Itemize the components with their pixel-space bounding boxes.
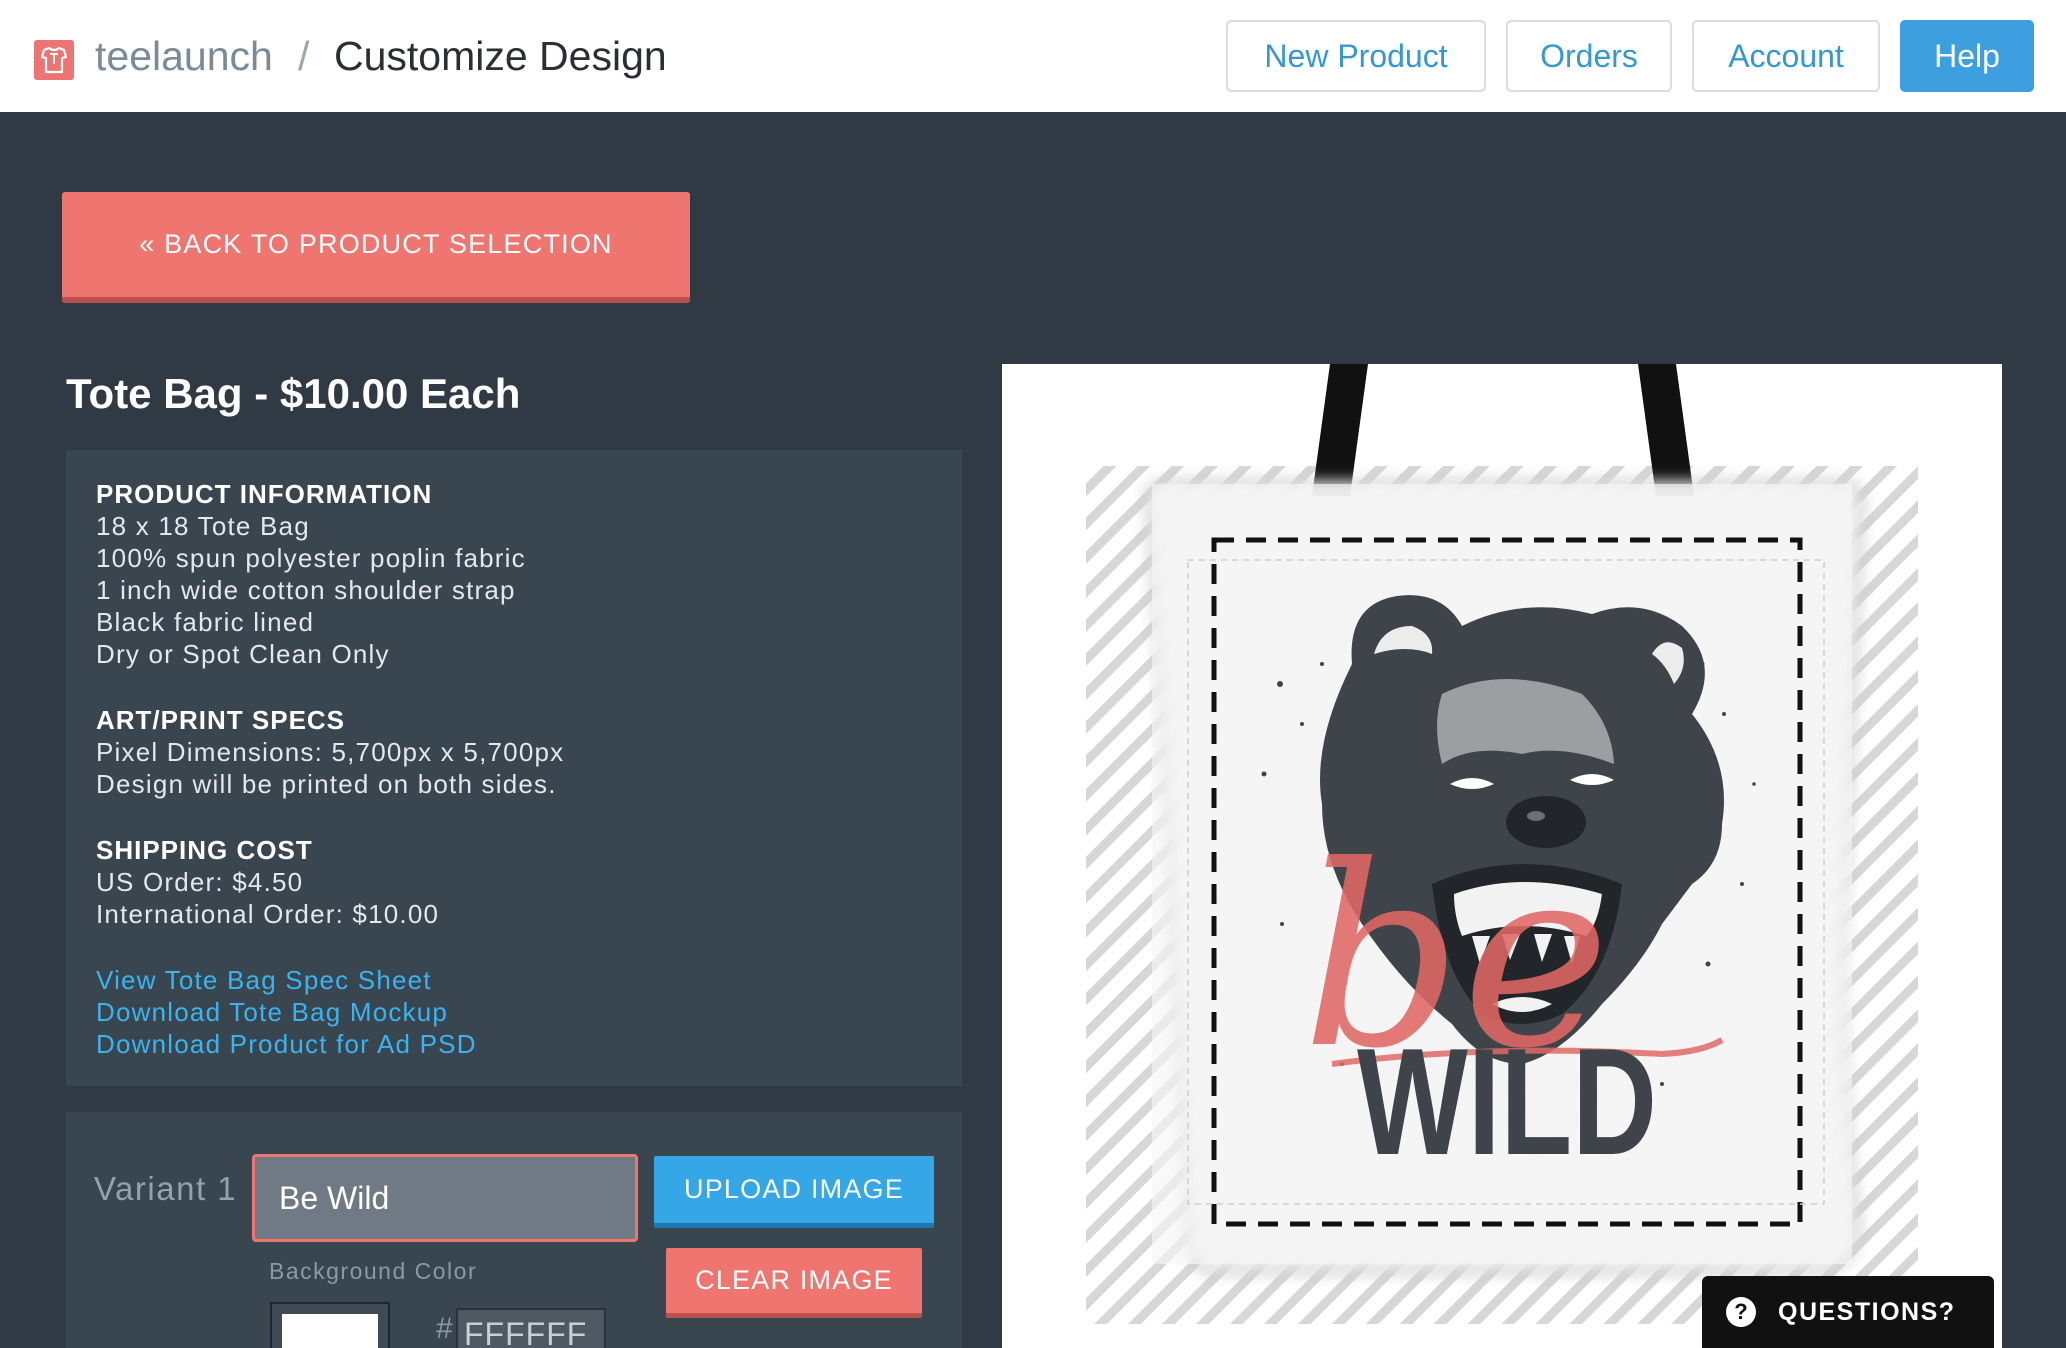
tote-bag-mockup: be WILD <box>1086 364 1918 1324</box>
breadcrumb-separator: / <box>298 33 310 79</box>
background-color-picker[interactable] <box>270 1302 390 1348</box>
clear-image-button[interactable]: CLEAR IMAGE <box>666 1248 922 1318</box>
variant-label: Variant 1 <box>94 1170 238 1207</box>
product-title: Tote Bag - $10.00 Each <box>66 370 521 417</box>
spec-sheet-link[interactable]: View Tote Bag Spec Sheet <box>96 964 932 996</box>
info-line: Dry or Spot Clean Only <box>96 639 390 669</box>
page-title: Customize Design <box>334 33 667 79</box>
account-button[interactable]: Account <box>1692 20 1880 92</box>
info-line: 100% spun polyester poplin fabric <box>96 543 526 573</box>
mockup-download-link[interactable]: Download Tote Bag Mockup <box>96 996 932 1028</box>
orders-button[interactable]: Orders <box>1506 20 1672 92</box>
info-line: Pixel Dimensions: 5,700px x 5,700px <box>96 737 565 767</box>
info-line: Black fabric lined <box>96 607 315 637</box>
product-preview: be WILD <box>1002 364 2002 1348</box>
art-print-specs-section: ART/PRINT SPECS Pixel Dimensions: 5,700p… <box>96 704 932 800</box>
product-info-panel: PRODUCT INFORMATION 18 x 18 Tote Bag 100… <box>66 450 962 1086</box>
hex-prefix: # <box>436 1312 453 1345</box>
brand-link[interactable]: teelaunch <box>95 30 273 82</box>
background-color-hex-input[interactable] <box>456 1308 606 1348</box>
back-to-product-selection-button[interactable]: « BACK TO PRODUCT SELECTION <box>62 192 690 303</box>
new-product-button[interactable]: New Product <box>1226 20 1486 92</box>
upload-image-button[interactable]: UPLOAD IMAGE <box>654 1156 934 1228</box>
info-line: International Order: $10.00 <box>96 899 440 929</box>
variant-name-input[interactable] <box>252 1154 638 1242</box>
variant-panel: Variant 1 UPLOAD IMAGE Background Color … <box>66 1112 962 1348</box>
background-color-label: Background Color <box>269 1258 478 1284</box>
color-swatch <box>282 1314 378 1348</box>
info-line: US Order: $4.50 <box>96 867 304 897</box>
info-line: 1 inch wide cotton shoulder strap <box>96 575 516 605</box>
info-line: Design will be printed on both sides. <box>96 769 557 799</box>
questions-label: QUESTIONS? <box>1778 1297 1956 1326</box>
product-information-section: PRODUCT INFORMATION 18 x 18 Tote Bag 100… <box>96 478 932 670</box>
art-print-specs-heading: ART/PRINT SPECS <box>96 705 346 735</box>
ad-psd-download-link[interactable]: Download Product for Ad PSD <box>96 1028 932 1060</box>
shipping-cost-heading: SHIPPING COST <box>96 835 313 865</box>
product-information-heading: PRODUCT INFORMATION <box>96 479 433 509</box>
resource-links: View Tote Bag Spec Sheet Download Tote B… <box>96 964 932 1060</box>
help-button[interactable]: Help <box>1900 20 2034 92</box>
artwork-block-text: WILD <box>1357 1017 1657 1187</box>
questions-chat-button[interactable]: ? QUESTIONS? <box>1702 1276 1994 1348</box>
info-line: 18 x 18 Tote Bag <box>96 511 310 541</box>
question-circle-icon: ? <box>1726 1297 1756 1327</box>
shipping-cost-section: SHIPPING COST US Order: $4.50 Internatio… <box>96 834 932 930</box>
top-bar: teelaunch / Customize Design New Product… <box>0 0 2066 112</box>
tshirt-logo-icon[interactable] <box>34 40 74 80</box>
